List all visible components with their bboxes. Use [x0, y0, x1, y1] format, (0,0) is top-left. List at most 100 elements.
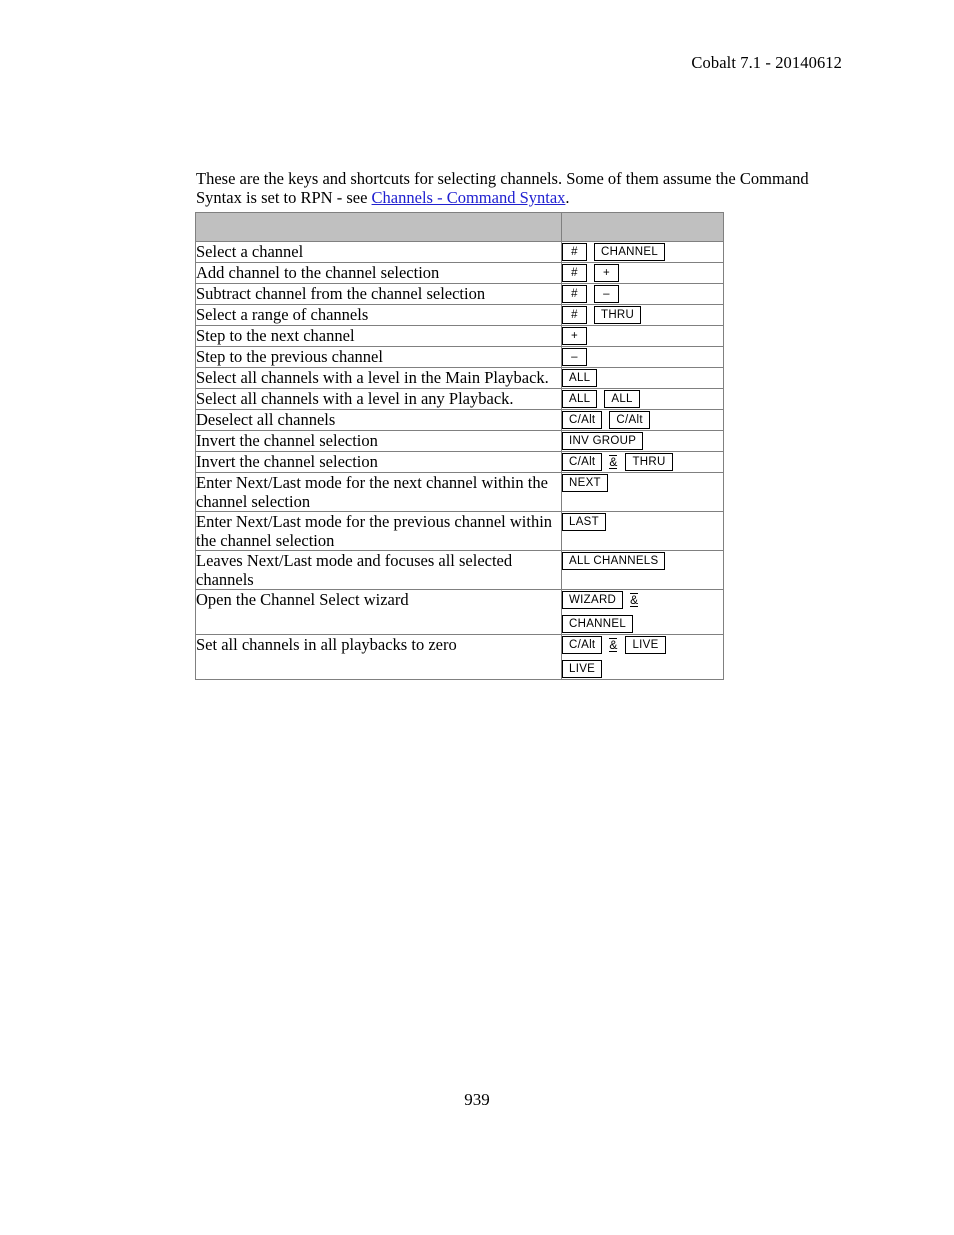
keycap: NEXT [562, 474, 608, 493]
table-row: Invert the channel selection C/Alt & THRU [195, 451, 724, 473]
shortcut-keys: C/Alt & THRU [561, 451, 724, 473]
key-sequence-line: ALL [562, 368, 723, 388]
shortcut-description: Deselect all channels [195, 409, 562, 431]
keycap: LAST [562, 513, 606, 532]
shortcut-description: Set all channels in all playbacks to zer… [195, 634, 562, 680]
table-body: Select a channel # CHANNEL Add channel to t… [195, 241, 724, 680]
key-sequence-line: – [562, 347, 723, 367]
keycap: ALL [562, 369, 598, 388]
keycap: WIZARD [562, 591, 624, 610]
keycap: C/Alt [562, 453, 603, 472]
intro-text-after: . [565, 188, 570, 207]
key-sequence-line: ALL CHANNELS [562, 551, 723, 571]
keycap: C/Alt [609, 411, 650, 430]
keycap: # [562, 243, 587, 262]
table-header [195, 212, 724, 242]
key-sequence-line: # THRU [562, 305, 723, 325]
intro-paragraph: These are the keys and shortcuts for sel… [196, 169, 846, 208]
table-row: Enter Next/Last mode for the previous ch… [195, 511, 724, 551]
table-row: Set all channels in all playbacks to zer… [195, 634, 724, 680]
table-row: Subtract channel from the channel select… [195, 283, 724, 305]
document-page: Cobalt 7.1 - 20140612 These are the keys… [0, 0, 954, 1235]
table-row: Add channel to the channel selection # + [195, 262, 724, 284]
keycap: CHANNEL [594, 243, 666, 262]
shortcut-description: Enter Next/Last mode for the previous ch… [195, 511, 562, 551]
shortcut-keys: ALL CHANNELS [561, 550, 724, 590]
shortcut-keys: ALL ALL [561, 388, 724, 410]
key-sequence-line: # + [562, 263, 723, 283]
keycap: INV GROUP [562, 432, 644, 451]
table-row: Select all channels with a level in the … [195, 367, 724, 389]
keycap: C/Alt [562, 411, 603, 430]
shortcut-description: Select a range of channels [195, 304, 562, 326]
table-row: Enter Next/Last mode for the next channe… [195, 472, 724, 512]
keycap: THRU [594, 306, 642, 325]
shortcut-keys: C/Alt C/Alt [561, 409, 724, 431]
shortcut-description: Leaves Next/Last mode and focuses all se… [195, 550, 562, 590]
keycap: # [562, 306, 587, 325]
table-row: Select all channels with a level in any … [195, 388, 724, 410]
keycap: LIVE [625, 636, 666, 655]
key-sequence-line: # CHANNEL [562, 242, 723, 262]
shortcut-description: Step to the previous channel [195, 346, 562, 368]
shortcut-description: Invert the channel selection [195, 430, 562, 452]
shortcut-keys: NEXT [561, 472, 724, 512]
shortcut-keys: WIZARD & CHANNEL [561, 589, 724, 635]
key-sequence-line: CHANNEL [562, 614, 723, 634]
shortcut-description: Invert the channel selection [195, 451, 562, 473]
shortcut-keys: LAST [561, 511, 724, 551]
table-row: Deselect all channels C/Alt C/Alt [195, 409, 724, 431]
key-sequence-line: C/Alt & THRU [562, 452, 723, 472]
shortcut-keys: ALL [561, 367, 724, 389]
shortcut-keys: # + [561, 262, 724, 284]
table-row: Invert the channel selection INV GROUP [195, 430, 724, 452]
shortcut-keys: # THRU [561, 304, 724, 326]
table-header-row [195, 212, 724, 242]
key-sequence-line: INV GROUP [562, 431, 723, 451]
shortcut-keys: # CHANNEL [561, 241, 724, 263]
key-sequence-line: WIZARD & [562, 590, 723, 610]
key-combo-separator: & [609, 638, 618, 653]
key-sequence-line: + [562, 326, 723, 346]
shortcut-keys: # – [561, 283, 724, 305]
command-syntax-link[interactable]: Channels - Command Syntax [372, 188, 566, 207]
table-row: Leaves Next/Last mode and focuses all se… [195, 550, 724, 590]
table-row: Step to the next channel + [195, 325, 724, 347]
document-header: Cobalt 7.1 - 20140612 [691, 53, 842, 72]
keycap: LIVE [562, 660, 603, 679]
table-header-description [195, 212, 562, 242]
shortcut-keys: INV GROUP [561, 430, 724, 452]
key-sequence-line: LIVE [562, 659, 723, 679]
keycap: CHANNEL [562, 615, 634, 634]
shortcut-description: Select all channels with a level in the … [195, 367, 562, 389]
shortcut-keys: – [561, 346, 724, 368]
shortcut-description: Subtract channel from the channel select… [195, 283, 562, 305]
key-sequence-line: ALL ALL [562, 389, 723, 409]
table-row: Step to the previous channel – [195, 346, 724, 368]
keycap: # [562, 264, 587, 283]
key-sequence-line: # – [562, 284, 723, 304]
keycap: ALL CHANNELS [562, 552, 666, 571]
channel-shortcuts-table: Select a channel # CHANNEL Add channel to t… [195, 212, 724, 680]
keycap: + [562, 327, 587, 346]
keycap: ALL [562, 390, 598, 409]
shortcut-description: Open the Channel Select wizard [195, 589, 562, 635]
shortcut-description: Select a channel [195, 241, 562, 263]
shortcut-keys: C/Alt & LIVE LIVE [561, 634, 724, 680]
keycap: # [562, 285, 587, 304]
page-number: 939 [464, 1090, 490, 1109]
shortcut-description: Select all channels with a level in any … [195, 388, 562, 410]
table-header-keys [561, 212, 724, 242]
keycap: – [594, 285, 619, 304]
keycap: C/Alt [562, 636, 603, 655]
key-combo-separator: & [630, 593, 639, 608]
key-sequence-line: C/Alt C/Alt [562, 410, 723, 430]
shortcut-description: Add channel to the channel selection [195, 262, 562, 284]
key-sequence-line: C/Alt & LIVE [562, 635, 723, 655]
table-row: Select a range of channels # THRU [195, 304, 724, 326]
keycap: THRU [625, 453, 673, 472]
keycap: – [562, 348, 587, 367]
shortcut-keys: + [561, 325, 724, 347]
shortcut-description: Enter Next/Last mode for the next channe… [195, 472, 562, 512]
key-combo-separator: & [609, 455, 618, 470]
